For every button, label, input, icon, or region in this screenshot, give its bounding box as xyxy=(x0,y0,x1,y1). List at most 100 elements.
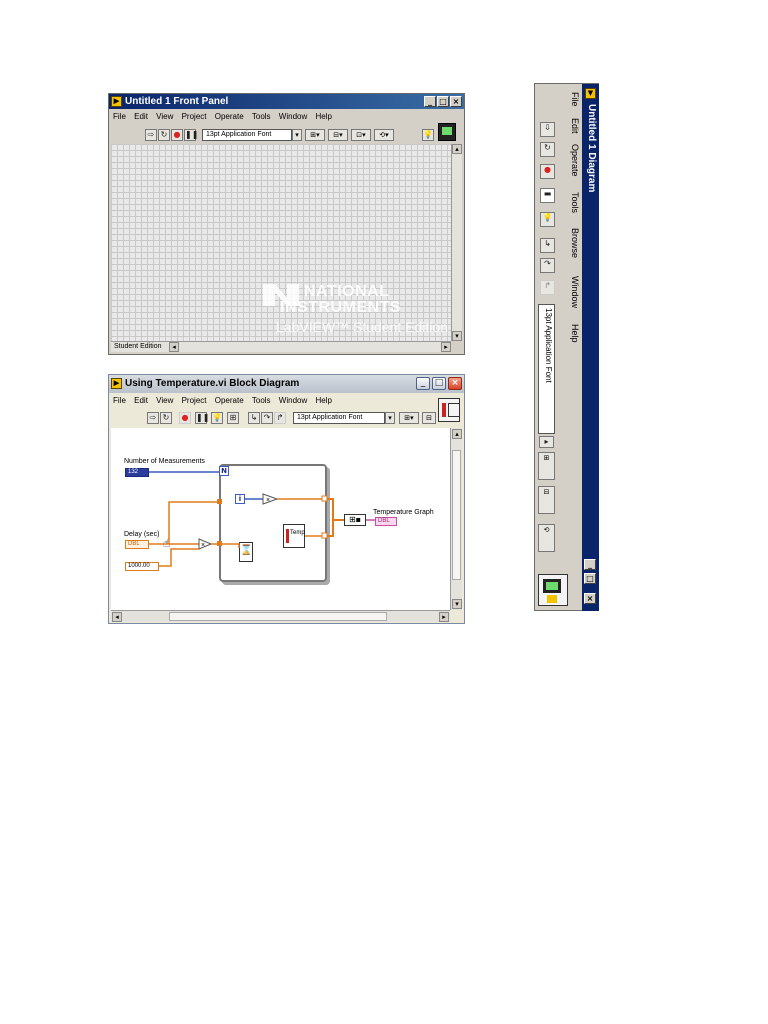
step-out-icon[interactable]: ↱ xyxy=(274,412,286,424)
resize-objects-icon[interactable]: ⊡▾ xyxy=(351,129,371,141)
menu-window[interactable]: Window xyxy=(570,276,580,308)
menu-help[interactable]: Help xyxy=(570,324,580,343)
horizontal-scrollbar[interactable]: ◂ ▸ xyxy=(111,610,450,622)
font-selector[interactable]: 13pt Application Font xyxy=(202,129,292,141)
distribute-objects-icon[interactable]: ⊟ xyxy=(422,412,436,424)
menu-project[interactable]: Project xyxy=(182,112,207,121)
vertical-scrollbar[interactable]: ▴ ▾ xyxy=(450,428,462,610)
scroll-up-icon[interactable]: ▴ xyxy=(452,144,462,154)
menu-edit[interactable]: Edit xyxy=(134,112,148,121)
svg-text:×: × xyxy=(201,542,205,549)
context-help-icon[interactable]: 💡 xyxy=(422,129,434,141)
align-objects-icon[interactable]: ⊞▾ xyxy=(399,412,419,424)
status-label: Student Edition xyxy=(114,343,162,350)
svg-text:×: × xyxy=(266,497,270,504)
scroll-up-icon[interactable]: ▴ xyxy=(452,429,462,439)
step-over-icon[interactable]: ↷ xyxy=(261,412,273,424)
abort-icon[interactable]: ● xyxy=(171,129,183,141)
menu-operate[interactable]: Operate xyxy=(215,396,244,405)
block-diagram-canvas[interactable]: Number of Measurements 132 N i Delay (se… xyxy=(111,428,450,610)
minimize-button[interactable]: _ xyxy=(416,377,430,390)
front-panel-titlebar[interactable]: ▶ Untitled 1 Front Panel xyxy=(109,94,464,109)
menu-file[interactable]: File xyxy=(113,396,126,405)
scroll-thumb[interactable] xyxy=(452,450,461,580)
font-dropdown-arrow[interactable]: ▾ xyxy=(292,129,302,141)
vi-icon[interactable] xyxy=(438,398,460,422)
menu-tools[interactable]: Tools xyxy=(570,192,580,213)
close-button[interactable]: × xyxy=(450,96,462,107)
pause-icon[interactable]: ❚❚ xyxy=(195,412,209,424)
run-arrow-icon[interactable]: ⇩ xyxy=(540,122,555,137)
menu-window[interactable]: Window xyxy=(279,112,307,121)
close-button[interactable]: × xyxy=(448,377,462,390)
menu-tools[interactable]: Tools xyxy=(252,396,271,405)
align-objects-icon[interactable]: ⊞ xyxy=(538,452,555,480)
scroll-down-icon[interactable]: ▾ xyxy=(452,331,462,341)
front-panel-menubar: File Edit View Project Operate Tools Win… xyxy=(109,111,464,122)
font-selector[interactable]: 13pt Application Font xyxy=(538,304,555,434)
menu-operate[interactable]: Operate xyxy=(570,144,580,177)
maximize-button[interactable]: □ xyxy=(437,96,449,107)
scroll-right-icon[interactable]: ▸ xyxy=(439,612,449,622)
front-panel-title: Untitled 1 Front Panel xyxy=(125,96,229,107)
menu-view[interactable]: View xyxy=(156,396,173,405)
minimize-button[interactable]: _ xyxy=(584,559,596,570)
minimize-button[interactable]: _ xyxy=(424,96,436,107)
close-button[interactable]: × xyxy=(584,593,596,604)
distribute-objects-icon[interactable]: ⊟ xyxy=(538,486,555,514)
menu-operate[interactable]: Operate xyxy=(215,112,244,121)
step-into-icon[interactable]: ↳ xyxy=(248,412,260,424)
pause-icon[interactable]: ▬ xyxy=(540,188,555,203)
distribute-objects-icon[interactable]: ⊟▾ xyxy=(328,129,348,141)
maximize-button[interactable]: □ xyxy=(432,377,446,390)
vertical-titlebar[interactable]: ▼ Untitled 1 Diagram _ □ × xyxy=(582,84,599,611)
menu-project[interactable]: Project xyxy=(182,396,207,405)
font-dropdown-arrow[interactable]: ▸ xyxy=(539,436,554,448)
menu-tools[interactable]: Tools xyxy=(252,112,271,121)
align-objects-icon[interactable]: ⊞▾ xyxy=(305,129,325,141)
run-arrow-icon[interactable]: ⇨ xyxy=(147,412,159,424)
highlight-execution-icon[interactable]: 💡 xyxy=(211,412,223,424)
run-arrow-icon[interactable]: ⇨ xyxy=(145,129,157,141)
run-continuously-icon[interactable]: ↻ xyxy=(540,142,555,157)
scroll-left-icon[interactable]: ◂ xyxy=(112,612,122,622)
menu-view[interactable]: View xyxy=(156,112,173,121)
font-dropdown-arrow[interactable]: ▾ xyxy=(385,412,395,424)
reorder-icon[interactable]: ⟲▾ xyxy=(374,129,394,141)
scroll-right-icon[interactable]: ▸ xyxy=(441,342,451,352)
menu-file[interactable]: File xyxy=(113,112,126,121)
menu-edit[interactable]: Edit xyxy=(134,396,148,405)
scroll-left-icon[interactable]: ◂ xyxy=(169,342,179,352)
retain-wire-values-icon[interactable]: ⊞ xyxy=(227,412,239,424)
pause-icon[interactable]: ❚❚ xyxy=(184,129,198,141)
vertical-scrollbar[interactable]: ▴ ▾ xyxy=(451,144,462,341)
maximize-button[interactable]: □ xyxy=(584,573,596,584)
block-diagram-titlebar[interactable]: ▶ Using Temperature.vi Block Diagram xyxy=(109,375,464,393)
run-continuously-icon[interactable]: ↻ xyxy=(160,412,172,424)
run-continuously-icon[interactable]: ↻ xyxy=(158,129,170,141)
block-diagram-window: ▶ Using Temperature.vi Block Diagram _ □… xyxy=(108,374,465,624)
menu-window[interactable]: Window xyxy=(279,396,307,405)
horizontal-scrollbar[interactable]: Student Edition ◂ ▸ xyxy=(111,341,451,352)
step-into-icon[interactable]: ↳ xyxy=(540,238,555,253)
vi-icon[interactable] xyxy=(438,123,456,141)
font-selector-label: 13pt Application Font xyxy=(544,308,553,383)
labview-app-icon: ▶ xyxy=(111,96,122,107)
watermark-instruments: INSTRUMENTS xyxy=(280,299,402,316)
menu-file[interactable]: File xyxy=(570,92,580,107)
reorder-icon[interactable]: ⟲ xyxy=(538,524,555,552)
menu-browse[interactable]: Browse xyxy=(570,228,580,258)
vi-icon[interactable] xyxy=(538,574,568,606)
menu-help[interactable]: Help xyxy=(315,396,331,405)
scroll-down-icon[interactable]: ▾ xyxy=(452,599,462,609)
menu-edit[interactable]: Edit xyxy=(570,118,580,134)
menu-help[interactable]: Help xyxy=(315,112,331,121)
step-over-icon[interactable]: ↷ xyxy=(540,258,555,273)
font-selector[interactable]: 13pt Application Font xyxy=(293,412,385,424)
step-out-icon[interactable]: ↱ xyxy=(540,280,555,295)
abort-icon[interactable]: ● xyxy=(179,412,191,424)
watermark-student-edition: LabVIEW™ Student Edition xyxy=(276,319,448,335)
hscroll-thumb[interactable] xyxy=(169,612,387,621)
abort-icon[interactable]: ● xyxy=(540,164,555,179)
highlight-execution-icon[interactable]: 💡 xyxy=(540,212,555,227)
